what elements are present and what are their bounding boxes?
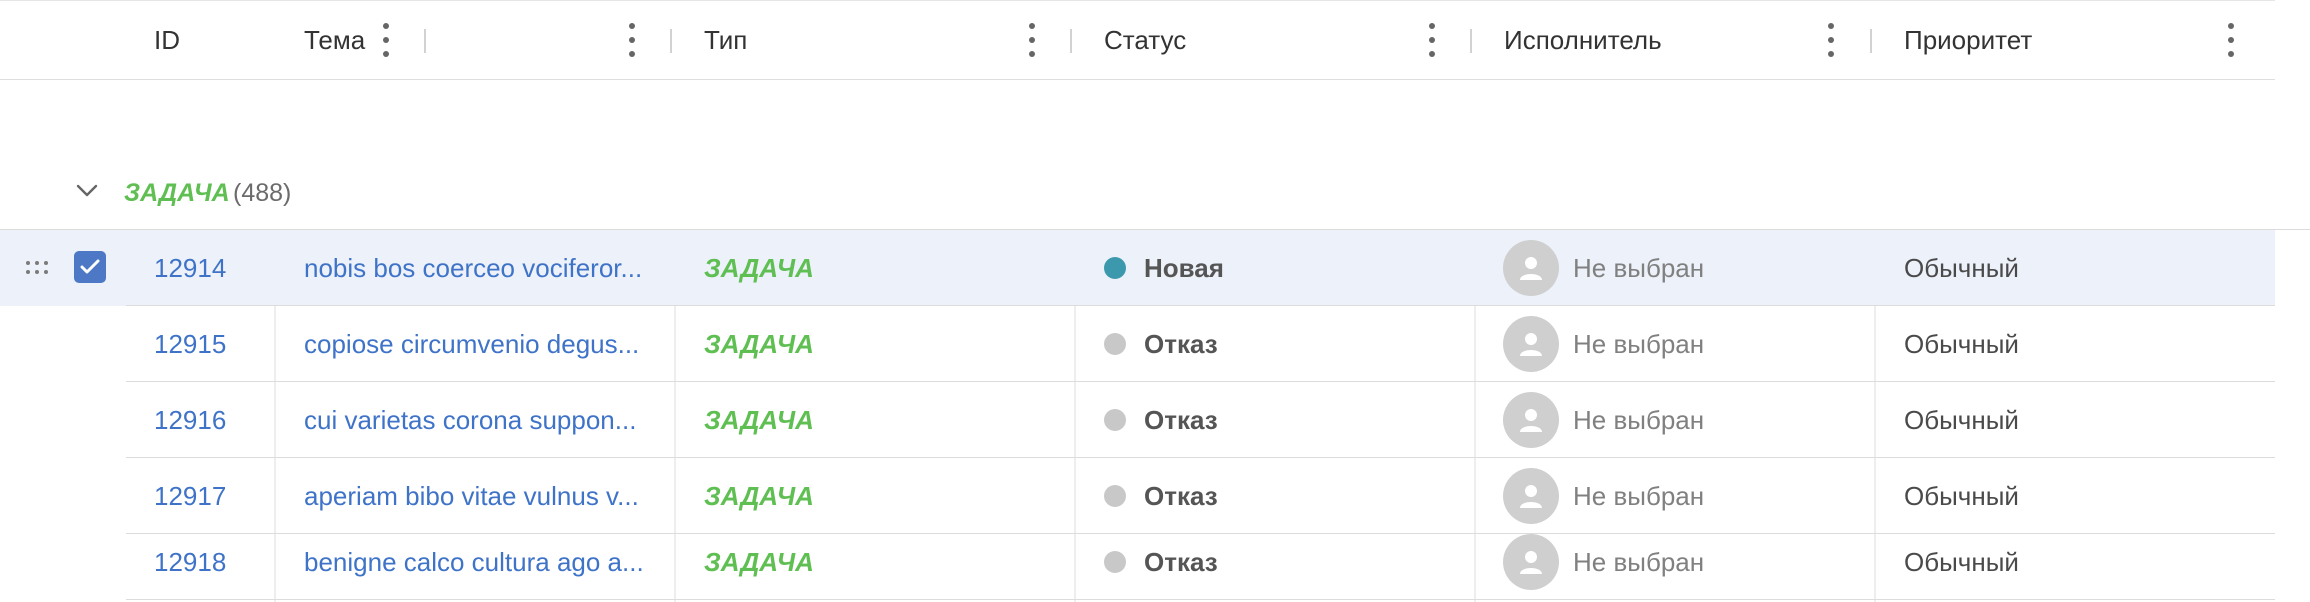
- column-header-label: Статус: [1104, 24, 1187, 55]
- row-status[interactable]: Отказ: [1104, 306, 1218, 382]
- status-dot: [1104, 485, 1126, 507]
- row-status[interactable]: Отказ: [1104, 382, 1218, 458]
- user-avatar-icon: [1503, 316, 1559, 372]
- row-assignee[interactable]: Не выбран: [1503, 306, 1704, 382]
- chevron-down-icon[interactable]: [76, 184, 98, 198]
- kebab-icon[interactable]: [1028, 23, 1036, 57]
- assignee-label: Не выбран: [1573, 404, 1705, 435]
- row-priority[interactable]: Обычный: [1904, 306, 2019, 382]
- row-assignee[interactable]: Не выбран: [1503, 382, 1704, 458]
- row-assignee[interactable]: Не выбран: [1503, 524, 1704, 600]
- row-type: ЗАДАЧА: [704, 546, 814, 577]
- row-status[interactable]: Отказ: [1104, 458, 1218, 534]
- column-header-status[interactable]: Статус: [1104, 1, 1484, 79]
- drag-handle-icon[interactable]: [26, 261, 50, 275]
- status-dot: [1104, 333, 1126, 355]
- status-label: Отказ: [1144, 480, 1218, 511]
- column-header-label: Приоритет: [1904, 24, 2033, 55]
- row-topic-link[interactable]: nobis bos coerceo vociferor...: [304, 230, 642, 306]
- row-priority[interactable]: Обычный: [1904, 458, 2019, 534]
- row-id[interactable]: 12914: [154, 230, 226, 306]
- row-status[interactable]: Новая: [1104, 230, 1224, 306]
- row-type: ЗАДАЧА: [704, 404, 814, 435]
- column-resizer[interactable]: [670, 29, 672, 53]
- status-label: Новая: [1144, 252, 1224, 283]
- column-header-label: Тип: [704, 24, 748, 55]
- column-resizer[interactable]: [1470, 29, 1472, 53]
- row-divider: [126, 599, 2275, 600]
- column-resizer[interactable]: [1870, 29, 1872, 53]
- kebab-icon[interactable]: [1428, 23, 1436, 57]
- assignee-label: Не выбран: [1573, 252, 1705, 283]
- row-id[interactable]: 12918: [154, 524, 226, 600]
- table-row[interactable]: 12917 aperiam bibo vitae vulnus v... ЗАД…: [0, 458, 2275, 534]
- assignee-label: Не выбран: [1573, 546, 1705, 577]
- row-checkbox[interactable]: [74, 251, 106, 283]
- kebab-icon[interactable]: [2227, 23, 2235, 57]
- user-avatar-icon: [1503, 534, 1559, 590]
- table-header: ID Тема Тип Статус Исполнитель Приоритет: [0, 0, 2275, 80]
- table-row[interactable]: 12916 cui varietas corona suppon... ЗАДА…: [0, 382, 2275, 458]
- row-priority[interactable]: Обычный: [1904, 382, 2019, 458]
- column-header-id[interactable]: ID: [154, 1, 426, 79]
- column-header-label: Исполнитель: [1504, 24, 1662, 55]
- status-label: Отказ: [1144, 404, 1218, 435]
- row-type: ЗАДАЧА: [704, 252, 814, 283]
- row-status[interactable]: Отказ: [1104, 524, 1218, 600]
- row-topic-link[interactable]: aperiam bibo vitae vulnus v...: [304, 458, 639, 534]
- column-header-assignee[interactable]: Исполнитель: [1504, 1, 1884, 79]
- table-row[interactable]: 12918 benigne calco cultura ago a... ЗАД…: [0, 524, 2275, 600]
- row-priority[interactable]: Обычный: [1904, 524, 2019, 600]
- assignee-label: Не выбран: [1573, 480, 1705, 511]
- row-priority[interactable]: Обычный: [1904, 230, 2019, 306]
- status-dot: [1104, 409, 1126, 431]
- checkmark-icon: [80, 259, 100, 274]
- row-id[interactable]: 12916: [154, 382, 226, 458]
- column-header-topic[interactable]: Тема: [304, 1, 684, 79]
- column-header-type[interactable]: Тип: [704, 1, 1084, 79]
- row-type: ЗАДАЧА: [704, 328, 814, 359]
- status-dot: [1104, 551, 1126, 573]
- table-row[interactable]: 12915 copiose circumvenio degus... ЗАДАЧ…: [0, 306, 2275, 382]
- row-assignee[interactable]: Не выбран: [1503, 458, 1704, 534]
- status-dot: [1104, 257, 1126, 279]
- row-topic-link[interactable]: copiose circumvenio degus...: [304, 306, 639, 382]
- status-label: Отказ: [1144, 546, 1218, 577]
- row-assignee[interactable]: Не выбран: [1503, 230, 1704, 306]
- user-avatar-icon: [1503, 240, 1559, 296]
- row-topic-link[interactable]: benigne calco cultura ago a...: [304, 524, 644, 600]
- row-id[interactable]: 12917: [154, 458, 226, 534]
- row-id[interactable]: 12915: [154, 306, 226, 382]
- column-resizer[interactable]: [1070, 29, 1072, 53]
- kebab-icon[interactable]: [628, 23, 636, 57]
- table-row[interactable]: 12914 nobis bos coerceo vociferor... ЗАД…: [0, 230, 2275, 306]
- user-avatar-icon: [1503, 392, 1559, 448]
- assignee-label: Не выбран: [1573, 328, 1705, 359]
- user-avatar-icon: [1503, 468, 1559, 524]
- kebab-icon[interactable]: [1827, 23, 1835, 57]
- row-type: ЗАДАЧА: [704, 480, 814, 511]
- row-topic-link[interactable]: cui varietas corona suppon...: [304, 382, 636, 458]
- column-header-label: Тема: [304, 24, 366, 55]
- column-header-label: ID: [154, 24, 180, 55]
- group-name: ЗАДАЧА: [124, 179, 230, 207]
- group-count: (488): [233, 179, 292, 207]
- column-header-priority[interactable]: Приоритет: [1904, 1, 2274, 79]
- status-label: Отказ: [1144, 328, 1218, 359]
- group-header-row: ЗАДАЧА (488): [0, 162, 2310, 230]
